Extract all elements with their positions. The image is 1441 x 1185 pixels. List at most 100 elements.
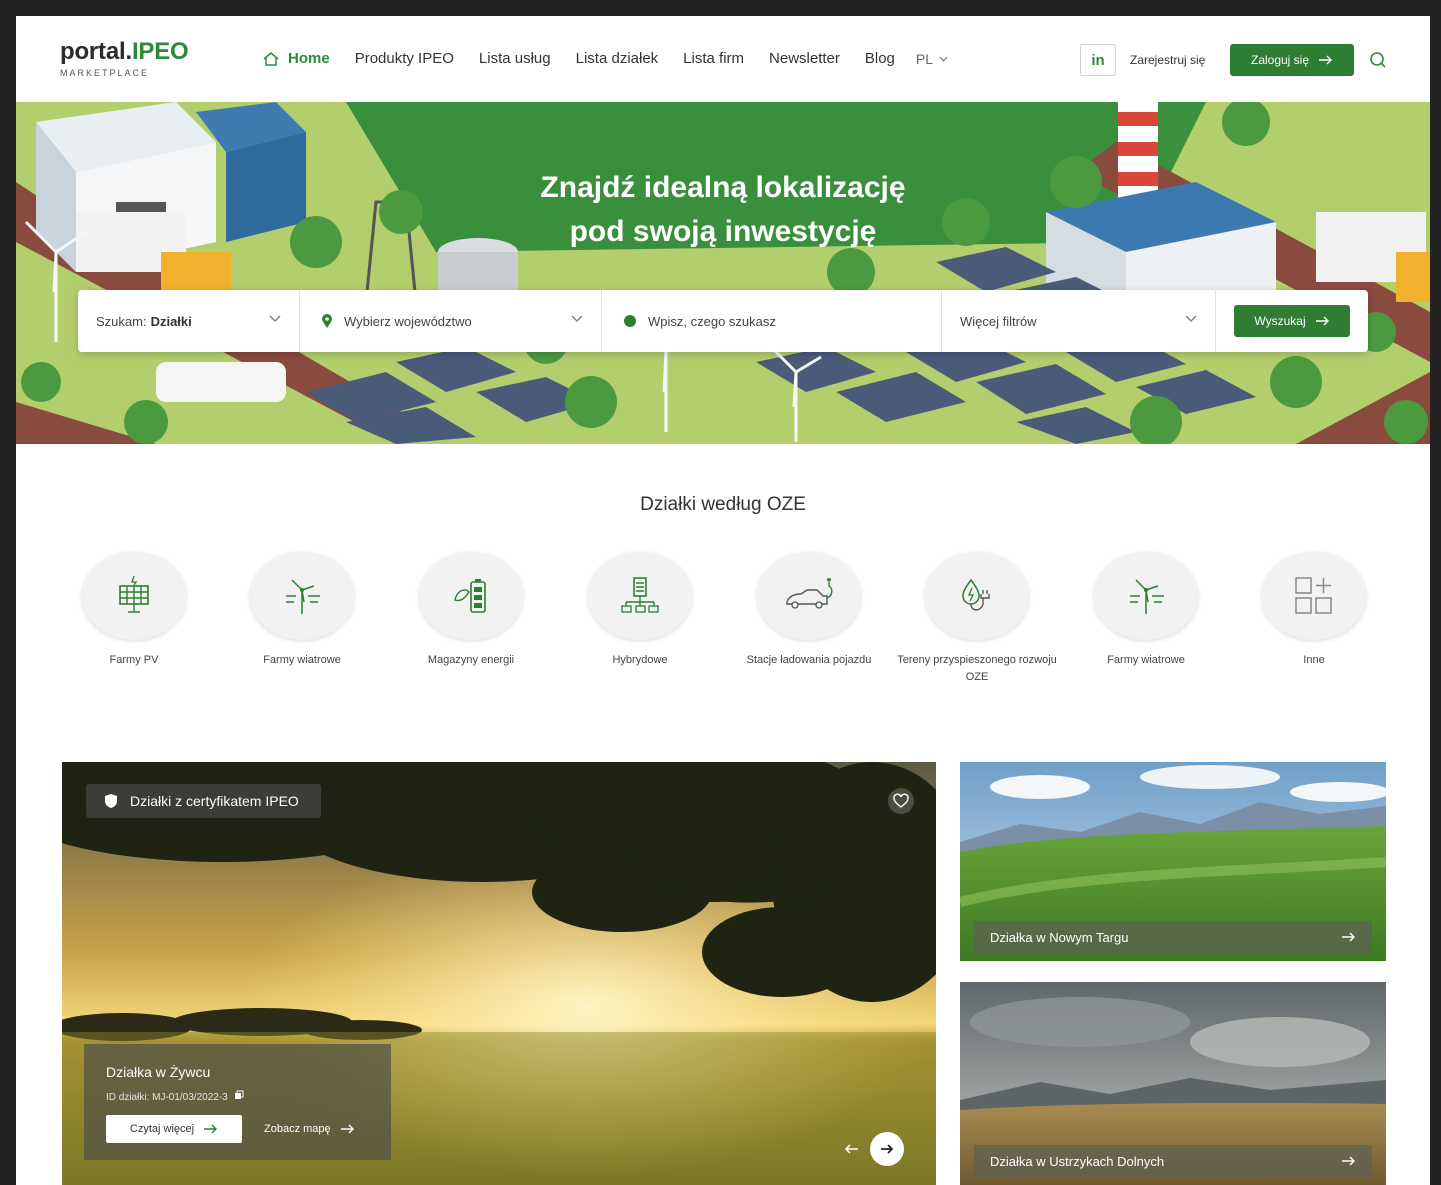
- plot-card-nowy-targ[interactable]: Działka w Nowym Targu: [960, 762, 1386, 961]
- slider-controls: [844, 1132, 904, 1166]
- nav-item-home[interactable]: Home: [262, 50, 330, 67]
- arrow-left-icon[interactable]: [844, 1141, 860, 1157]
- nav-label: Home: [288, 50, 330, 67]
- logo-text: portal.: [60, 38, 132, 65]
- category-label: Hybrydowe: [612, 654, 668, 666]
- linkedin-button[interactable]: in: [1080, 44, 1116, 76]
- search-icon[interactable]: [1368, 50, 1388, 70]
- chevron-down-icon: [571, 315, 583, 322]
- language-label: PL: [915, 50, 934, 67]
- shield-icon: [105, 794, 117, 808]
- read-more-label: Czytaj więcej: [129, 1123, 195, 1135]
- plot-title: Działka w Ustrzykach Dolnych: [990, 1153, 1165, 1169]
- copy-icon[interactable]: [234, 1090, 244, 1100]
- chevron-down-icon: [1185, 315, 1197, 322]
- category-farmy-pv[interactable]: Farmy PV: [44, 552, 224, 669]
- arrow-right-icon: [881, 1144, 894, 1154]
- nav-label: Newsletter: [769, 50, 840, 67]
- hybrid-icon: [621, 577, 659, 613]
- hero-illustration: [16, 102, 1430, 444]
- plot-info-box: Działka w Żywcu ID działki: MJ-01/03/202…: [84, 1044, 391, 1160]
- nav-label: Lista usług: [478, 50, 551, 67]
- category-label: Farmy wiatrowe: [1107, 654, 1185, 666]
- search-button[interactable]: Wyszukaj: [1234, 305, 1350, 337]
- nav-item-uslugi[interactable]: Lista usług: [479, 50, 551, 67]
- category-label: Tereny przyspieszonego rozwoju OZE: [897, 654, 1057, 683]
- nav-item-produkty[interactable]: Produkty IPEO: [355, 50, 454, 67]
- plot-title: Działka w Nowym Targu: [990, 929, 1129, 945]
- category-list: Farmy PV Farmy wiatrowe Magazyny energii…: [44, 552, 1394, 722]
- nav-label: Lista działek: [575, 50, 659, 67]
- search-bar: Szukam: Działki Wybierz województwo Wpisz…: [78, 290, 1368, 352]
- chevron-down-icon: [939, 56, 948, 62]
- region-select[interactable]: Wybierz województwo: [300, 290, 602, 352]
- wind-turbine-icon: [286, 579, 320, 614]
- nav-item-dzialki[interactable]: Lista działek: [576, 50, 659, 67]
- search-button-label: Wyszukaj: [1254, 314, 1306, 328]
- category-hybrydowe[interactable]: Hybrydowe: [550, 552, 730, 669]
- read-more-button[interactable]: Czytaj więcej: [106, 1115, 242, 1143]
- wind-turbine-icon: [1130, 579, 1164, 614]
- heart-icon: [893, 793, 909, 808]
- nav-item-newsletter[interactable]: Newsletter: [769, 50, 840, 67]
- category-label: Farmy wiatrowe: [263, 654, 341, 666]
- category-inne[interactable]: Inne: [1224, 552, 1404, 669]
- main-nav: Home Produkty IPEO Lista usług Lista dzi…: [262, 50, 948, 67]
- category-tereny-oze[interactable]: Tereny przyspieszonego rozwoju OZE: [887, 552, 1067, 686]
- nav-item-firmy[interactable]: Lista firm: [683, 50, 744, 67]
- site-header: portal.IPEO MARKETPLACE Home Produkty IP…: [16, 16, 1430, 102]
- logo-subtitle: MARKETPLACE: [60, 68, 150, 78]
- hero-title-line2: pod swoją inwestycję: [569, 215, 877, 248]
- category-magazyny-energii[interactable]: Magazyny energii: [381, 552, 561, 669]
- featured-plot-card[interactable]: Działki z certyfikatem IPEO Działka w Ży…: [62, 762, 936, 1185]
- chevron-down-icon: [269, 315, 281, 322]
- plot-card-ustrzyki[interactable]: Działka w Ustrzykach Dolnych: [960, 982, 1386, 1185]
- logo[interactable]: portal.IPEO MARKETPLACE: [60, 38, 189, 78]
- hero-title-line1: Znajdź idealną lokalizację: [540, 171, 906, 204]
- search-type-value: Działki: [150, 313, 192, 329]
- home-icon: [263, 51, 279, 66]
- nav-item-blog[interactable]: Blog: [865, 50, 895, 67]
- plot-label-bar: Działka w Nowym Targu: [974, 921, 1372, 953]
- arrow-right-icon: [1342, 1156, 1355, 1166]
- category-farmy-wiatrowe-2[interactable]: Farmy wiatrowe: [1056, 552, 1236, 669]
- plot-title: Działka w Żywcu: [106, 1064, 211, 1080]
- region-placeholder: Wybierz województwo: [344, 313, 472, 329]
- search-type-select[interactable]: Szukam: Działki: [78, 290, 300, 352]
- category-label: Stacje ładowania pojazdu: [746, 654, 872, 666]
- register-link[interactable]: Zarejestruj się: [1130, 53, 1205, 67]
- plot-id: ID działki: MJ-01/03/2022-3: [106, 1090, 369, 1103]
- arrow-right-icon: [1319, 55, 1333, 65]
- logo-brand: IPEO: [131, 38, 189, 65]
- certificate-badge: Działki z certyfikatem IPEO: [86, 784, 321, 818]
- arrow-right-icon: [1342, 932, 1355, 942]
- hero-banner: Znajdź idealną lokalizację pod swoją inw…: [16, 102, 1430, 444]
- grid-plus-icon: [1295, 577, 1332, 614]
- category-stacje-ladowania[interactable]: Stacje ładowania pojazdu: [719, 552, 899, 669]
- nav-label: Blog: [864, 50, 895, 67]
- language-select[interactable]: PL: [916, 51, 948, 67]
- plot-label-bar: Działka w Ustrzykach Dolnych: [974, 1145, 1372, 1177]
- login-label: Zaloguj się: [1250, 53, 1310, 67]
- energy-plug-icon: [962, 578, 990, 611]
- linkedin-icon: in: [1091, 51, 1105, 69]
- next-slide-button[interactable]: [870, 1132, 904, 1166]
- favorite-button[interactable]: [888, 788, 914, 814]
- badge-label: Działki z certyfikatem IPEO: [130, 793, 299, 809]
- see-map-label: Zobacz mapę: [264, 1123, 331, 1135]
- nav-label: Lista firm: [683, 50, 745, 67]
- search-dot-icon: [624, 315, 636, 327]
- more-filters-select[interactable]: Więcej filtrów: [942, 290, 1216, 352]
- login-button[interactable]: Zaloguj się: [1230, 44, 1354, 76]
- plot-id-text: ID działki: MJ-01/03/2022-3: [106, 1092, 228, 1103]
- battery-icon: [454, 579, 486, 613]
- search-type-label: Szukam:: [96, 313, 147, 329]
- category-farmy-wiatrowe[interactable]: Farmy wiatrowe: [212, 552, 392, 669]
- nav-label: Produkty IPEO: [354, 50, 454, 67]
- category-label: Inne: [1303, 654, 1325, 666]
- more-filters-label: Więcej filtrów: [960, 313, 1037, 329]
- category-label: Magazyny energii: [427, 654, 515, 666]
- search-input[interactable]: Wpisz, czego szukasz: [602, 290, 942, 352]
- categories-title: Działki według OZE: [640, 494, 806, 515]
- see-map-link[interactable]: Zobacz mapę: [264, 1123, 355, 1135]
